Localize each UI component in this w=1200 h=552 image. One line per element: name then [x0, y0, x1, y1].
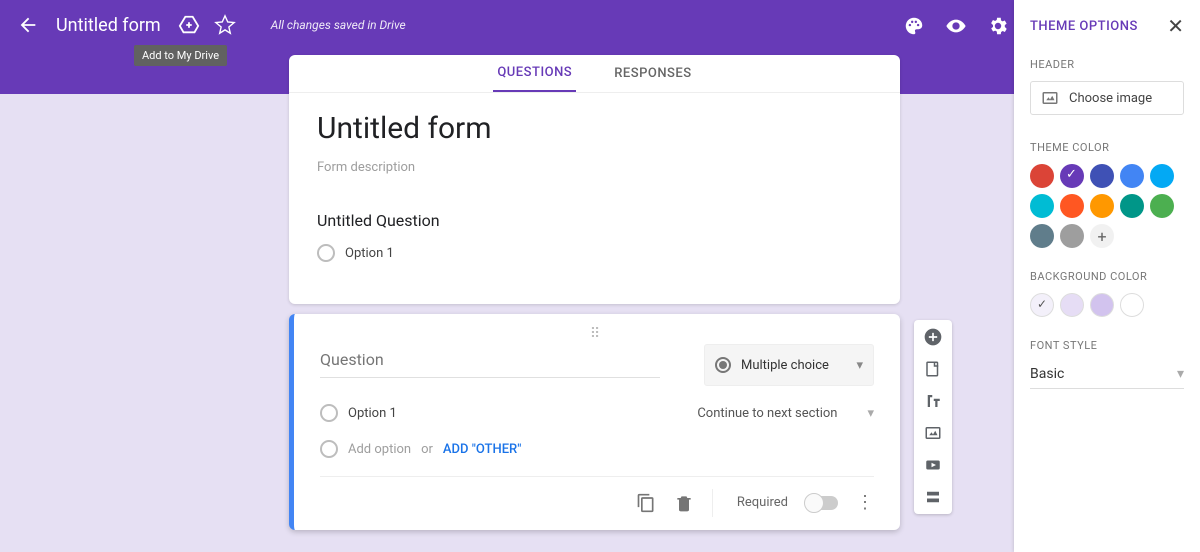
- theme-color-swatch[interactable]: [1120, 164, 1144, 188]
- theme-color-swatch[interactable]: [1090, 164, 1114, 188]
- font-style-label: FONT STYLE: [1030, 339, 1184, 352]
- image-icon: [1041, 89, 1059, 107]
- appbar-right: [902, 14, 1010, 38]
- divider: [712, 489, 713, 517]
- add-video-icon[interactable]: [922, 454, 944, 476]
- theme-color-swatch[interactable]: [1030, 164, 1054, 188]
- form-header: Untitled form Form description: [289, 93, 900, 205]
- font-style-select[interactable]: Basic ▾: [1030, 362, 1184, 389]
- form-description[interactable]: Form description: [317, 160, 872, 175]
- question-type-select[interactable]: Multiple choice ▾: [704, 344, 874, 386]
- bg-color-swatch[interactable]: [1030, 293, 1054, 317]
- add-option-link[interactable]: Add option: [348, 442, 411, 457]
- choose-image-label: Choose image: [1069, 91, 1152, 106]
- theme-color-swatch[interactable]: [1090, 194, 1114, 218]
- chevron-down-icon: ▾: [856, 358, 863, 373]
- radio-icon: [320, 440, 338, 458]
- add-option-row: Add option or ADD "OTHER": [320, 440, 874, 458]
- goto-label: Continue to next section: [697, 406, 837, 421]
- palette-icon[interactable]: [902, 14, 926, 38]
- question-type-label: Multiple choice: [741, 358, 829, 373]
- save-status: All changes saved in Drive: [271, 18, 406, 32]
- theme-panel: THEME OPTIONS ✕ HEADER Choose image THEM…: [1014, 0, 1200, 552]
- star-icon[interactable]: [213, 13, 237, 37]
- preview-icon[interactable]: [944, 14, 968, 38]
- theme-color-swatches: +: [1030, 164, 1184, 248]
- question-footer: Required ⋮: [320, 476, 874, 520]
- theme-color-swatch[interactable]: [1060, 224, 1084, 248]
- more-icon[interactable]: ⋮: [856, 492, 874, 513]
- side-toolbar: [914, 320, 952, 514]
- question-1-title: Untitled Question: [317, 211, 872, 230]
- radio-icon: [320, 404, 338, 422]
- question-1[interactable]: Untitled Question Option 1: [289, 205, 900, 304]
- back-icon[interactable]: [16, 13, 40, 37]
- theme-color-label: THEME COLOR: [1030, 141, 1184, 154]
- goto-section-select[interactable]: Continue to next section ▾: [697, 406, 874, 421]
- bg-color-label: BACKGROUND COLOR: [1030, 270, 1184, 283]
- radio-type-icon: [715, 357, 731, 373]
- add-image-icon[interactable]: [922, 422, 944, 444]
- add-other-link[interactable]: ADD "OTHER": [443, 442, 521, 457]
- add-section-icon[interactable]: [922, 486, 944, 508]
- theme-color-swatch[interactable]: [1120, 194, 1144, 218]
- theme-color-swatch[interactable]: [1060, 194, 1084, 218]
- choose-image-button[interactable]: Choose image: [1030, 81, 1184, 115]
- delete-icon[interactable]: [674, 493, 694, 513]
- required-toggle[interactable]: [806, 496, 838, 510]
- chevron-down-icon: ▾: [867, 406, 874, 421]
- radio-icon: [317, 244, 335, 262]
- font-style-value: Basic: [1030, 366, 1064, 382]
- add-to-drive-icon[interactable]: [177, 13, 201, 37]
- option-label: Option 1: [345, 246, 394, 261]
- question-text-input[interactable]: [320, 344, 660, 378]
- drag-handle-icon[interactable]: ⠿: [320, 326, 874, 338]
- chevron-down-icon: ▾: [1177, 366, 1184, 382]
- theme-panel-title: THEME OPTIONS: [1030, 19, 1138, 34]
- option-label[interactable]: Option 1: [348, 406, 397, 421]
- form-card: QUESTIONS RESPONSES Untitled form Form d…: [289, 55, 900, 304]
- bg-color-swatch[interactable]: [1060, 293, 1084, 317]
- required-label: Required: [737, 495, 788, 510]
- add-custom-color[interactable]: +: [1090, 224, 1114, 248]
- duplicate-icon[interactable]: [636, 493, 656, 513]
- bg-color-swatches: [1030, 293, 1184, 317]
- bg-color-swatch[interactable]: [1120, 293, 1144, 317]
- import-questions-icon[interactable]: [922, 358, 944, 380]
- settings-icon[interactable]: [986, 14, 1010, 38]
- theme-color-swatch[interactable]: [1150, 194, 1174, 218]
- close-icon[interactable]: ✕: [1167, 14, 1184, 38]
- drive-tooltip: Add to My Drive: [134, 45, 227, 66]
- add-question-icon[interactable]: [922, 326, 944, 348]
- theme-color-swatch[interactable]: [1060, 164, 1084, 188]
- question-editor: ⠿ Multiple choice ▾ Option 1 Continue to…: [289, 314, 900, 530]
- question-1-option-1: Option 1: [317, 244, 872, 262]
- theme-color-swatch[interactable]: [1030, 194, 1054, 218]
- form-title-header[interactable]: Untitled form: [52, 15, 165, 36]
- bg-color-swatch[interactable]: [1090, 293, 1114, 317]
- tab-responses[interactable]: RESPONSES: [610, 56, 695, 91]
- appbar-left: Untitled form All changes saved in Drive: [16, 0, 406, 50]
- add-title-icon[interactable]: [922, 390, 944, 412]
- theme-color-swatch[interactable]: [1030, 224, 1054, 248]
- tabs: QUESTIONS RESPONSES: [289, 55, 900, 93]
- theme-color-swatch[interactable]: [1150, 164, 1174, 188]
- header-section-label: HEADER: [1030, 58, 1184, 71]
- or-text: or: [421, 442, 433, 457]
- tab-questions[interactable]: QUESTIONS: [493, 55, 576, 92]
- editor-option-1: Option 1 Continue to next section ▾: [320, 404, 874, 422]
- form-title[interactable]: Untitled form: [317, 111, 872, 146]
